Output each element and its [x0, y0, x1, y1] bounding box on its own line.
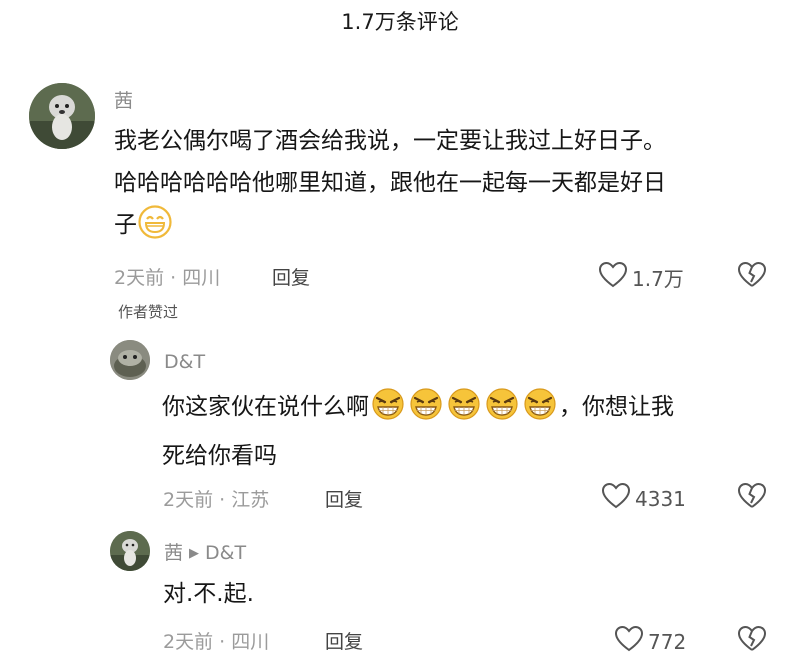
heart-icon — [598, 261, 632, 294]
reply-to-username[interactable]: D&T — [205, 542, 246, 564]
reply-arrow-icon: ▶ — [189, 546, 200, 561]
comment-time: 2天前 — [163, 631, 214, 653]
avatar[interactable] — [29, 83, 95, 149]
comment-location: 江苏 — [231, 489, 270, 511]
username[interactable]: 茜 — [164, 542, 183, 564]
evil-grin-emoji-icon — [522, 387, 558, 435]
reply-button[interactable]: 回复 — [325, 627, 363, 654]
comment-text-line: 死给你看吗 — [162, 443, 277, 469]
comment-text: 对.不.起. — [163, 581, 254, 607]
comment-time: 2天前 — [114, 267, 165, 289]
like-button[interactable]: 4331 — [601, 482, 686, 515]
heart-icon — [601, 482, 635, 515]
comment-text-line: 哈哈哈哈哈哈他哪里知道，跟他在一起每一天都是好日 — [114, 170, 666, 196]
comment-meta: 2天前 · 四川 — [163, 627, 269, 654]
like-count: 1.7万 — [632, 267, 684, 291]
grin-emoji-icon — [138, 205, 172, 253]
dislike-button[interactable] — [737, 261, 767, 293]
like-button[interactable]: 772 — [614, 625, 686, 658]
heart-icon — [614, 625, 648, 658]
broken-heart-icon — [737, 261, 767, 293]
evil-grin-emoji-icon — [370, 387, 406, 435]
reply-button[interactable]: 回复 — [325, 485, 363, 512]
comment-time: 2天前 — [163, 489, 214, 511]
avatar[interactable] — [110, 531, 150, 571]
like-button[interactable]: 1.7万 — [598, 261, 684, 294]
author-liked-tag: 作者赞过 — [118, 303, 179, 321]
comment-count-title: 1.7万条评论 — [341, 10, 459, 34]
meta-separator: · — [219, 489, 226, 511]
comment-text-line: 你这家伙在说什么啊 — [162, 394, 369, 420]
dislike-button[interactable] — [737, 625, 767, 657]
dislike-button[interactable] — [737, 482, 767, 514]
comment-meta: 2天前 · 四川 — [114, 263, 220, 290]
avatar[interactable] — [110, 340, 150, 380]
meta-separator: · — [219, 631, 226, 653]
reply-button[interactable]: 回复 — [272, 263, 310, 290]
like-count: 772 — [648, 629, 687, 654]
username[interactable]: 茜 — [114, 86, 133, 113]
comment-text-line: ，你想让我 — [559, 394, 674, 420]
comment-text-line: 子 — [114, 212, 137, 238]
evil-grin-emoji-icon — [408, 387, 444, 435]
comment-text: 你这家伙在说什么啊 ，你想让我 死给你看吗 — [162, 386, 782, 477]
username[interactable]: D&T — [164, 351, 205, 373]
comment-text-line: 我老公偶尔喝了酒会给我说，一定要让我过上好日子。 — [114, 128, 666, 154]
like-count: 4331 — [635, 486, 686, 511]
comment-location: 四川 — [182, 267, 221, 289]
broken-heart-icon — [737, 482, 767, 514]
broken-heart-icon — [737, 625, 767, 657]
meta-separator: · — [170, 267, 177, 289]
comment-text: 我老公偶尔喝了酒会给我说，一定要让我过上好日子。 哈哈哈哈哈哈他哪里知道，跟他在… — [114, 120, 774, 253]
evil-grin-emoji-icon — [484, 387, 520, 435]
comment-location: 四川 — [231, 631, 270, 653]
evil-grin-emoji-icon — [446, 387, 482, 435]
comment-meta: 2天前 · 江苏 — [163, 485, 269, 512]
reply-header: 茜 ▶ D&T — [164, 538, 246, 565]
